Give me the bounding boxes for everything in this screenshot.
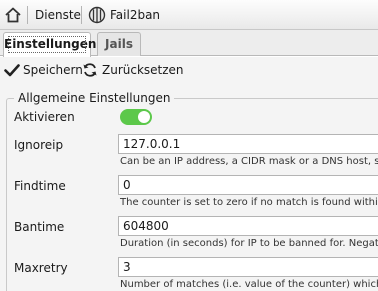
bantime-help: Duration (in seconds) for IP to be banne…: [120, 238, 378, 249]
breadcrumb-separator: [27, 6, 28, 24]
findtime-help: The counter is set to zero if no match i…: [120, 197, 378, 208]
checkmark-icon: [4, 62, 20, 78]
reset-label: Zurücksetzen: [102, 63, 184, 77]
findtime-input[interactable]: 0: [118, 175, 378, 195]
home-icon[interactable]: [4, 6, 22, 24]
breadcrumb-item-fail2ban[interactable]: Fail2ban: [110, 7, 160, 23]
breadcrumb: Dienste Fail2ban: [0, 0, 378, 30]
tab-label: Jails: [105, 37, 133, 51]
fail2ban-icon: [88, 6, 106, 24]
tab-bar: Einstellungen Jails: [0, 30, 378, 57]
save-label: Speichern: [23, 63, 83, 77]
save-button[interactable]: Speichern: [4, 60, 83, 80]
bantime-input[interactable]: 604800: [118, 216, 378, 236]
reset-button[interactable]: Zurücksetzen: [82, 60, 184, 80]
breadcrumb-separator: [81, 6, 82, 24]
toggle-knob: [138, 111, 150, 123]
toolbar: Speichern Zurücksetzen: [0, 57, 378, 83]
findtime-label: Findtime: [14, 179, 66, 193]
tab-jails[interactable]: Jails: [97, 32, 141, 56]
maxretry-label: Maxretry: [14, 261, 68, 275]
bantime-label: Bantime: [14, 220, 65, 234]
focus-outline: [8, 36, 86, 53]
maxretry-help: Number of matches (i.e. value of the cou…: [120, 279, 378, 290]
refresh-icon: [82, 62, 98, 78]
fieldset-legend: Allgemeine Einstellungen: [14, 91, 175, 105]
ignoreip-input[interactable]: 127.0.0.1: [118, 134, 378, 154]
tab-einstellungen[interactable]: Einstellungen: [3, 32, 96, 57]
ignoreip-help: Can be an IP address, a CIDR mask or a D…: [120, 156, 378, 167]
breadcrumb-item-dienste[interactable]: Dienste: [35, 7, 81, 23]
maxretry-input[interactable]: 3: [118, 257, 378, 277]
ignoreip-label: Ignoreip: [14, 138, 64, 152]
enable-label: Aktivieren: [14, 110, 75, 124]
enable-toggle[interactable]: [120, 109, 152, 125]
